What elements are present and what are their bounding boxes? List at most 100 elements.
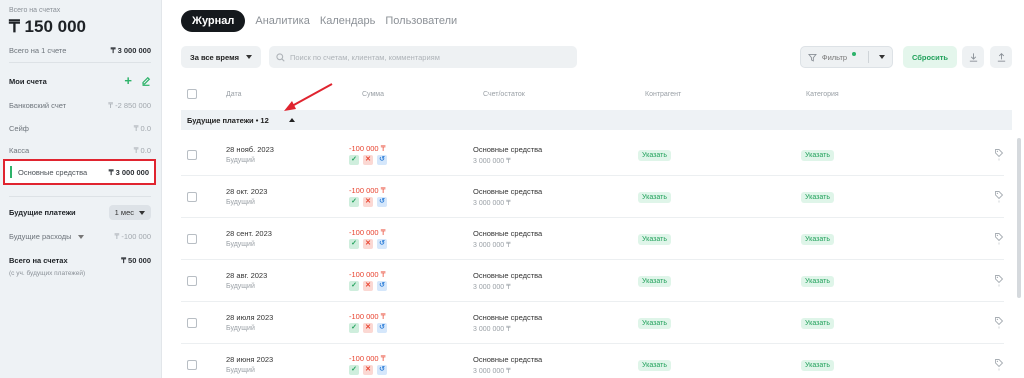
contractor-chip[interactable]: Указать [638,360,671,371]
row-amount: -100 000 ₸ [349,354,386,363]
confirm-icon[interactable]: ✓ [349,155,359,165]
row-date: 28 окт. 2023 [226,187,268,196]
undo-icon[interactable]: ↺ [377,197,387,207]
contractor-chip[interactable]: Указать [638,318,671,329]
row-status: Будущий [226,199,255,206]
chevron-up-icon[interactable] [288,118,295,122]
undo-icon[interactable]: ↺ [377,281,387,291]
account-item[interactable]: Сейф ₸ 0.0 [9,124,151,133]
toolbar: За все время Фильтр Сбросить [181,46,1012,68]
delete-icon[interactable]: ✕ [363,365,373,375]
search-icon [276,52,285,62]
tag-icon[interactable] [994,190,1004,204]
confirm-icon[interactable]: ✓ [349,281,359,291]
row-balance: 3 000 000 ₸ [473,158,511,165]
row-status: Будущий [226,367,255,374]
confirm-icon[interactable]: ✓ [349,239,359,249]
delete-icon[interactable]: ✕ [363,281,373,291]
row-amount: -100 000 ₸ [349,186,386,195]
column-header-contractor: Контрагент [645,91,682,98]
table-row[interactable]: 28 сент. 2023 Будущий -100 000 ₸ ✓ ✕ ↺ Основны… [181,218,1004,260]
select-all-checkbox[interactable] [187,89,197,99]
row-status: Будущий [226,241,255,248]
row-checkbox[interactable] [187,276,197,286]
undo-icon[interactable]: ↺ [377,239,387,249]
download-button[interactable] [962,46,984,68]
upload-button[interactable] [990,46,1012,68]
tag-icon[interactable] [994,358,1004,372]
one-account-value: ₸ 3 000 000 [110,46,151,55]
row-checkbox[interactable] [187,318,197,328]
table-row[interactable]: 28 июня 2023 Будущий -100 000 ₸ ✓ ✕ ↺ Основные… [181,344,1004,378]
row-status: Будущий [226,325,255,332]
confirm-icon[interactable]: ✓ [349,197,359,207]
contractor-chip[interactable]: Указать [638,150,671,161]
group-header-future-payments[interactable]: Будущие платежи • 12 [181,110,1012,130]
chevron-down-icon [77,234,84,239]
one-account-label: Всего на 1 счете [9,46,67,55]
period-select[interactable]: 1 мес [108,205,151,220]
table-row[interactable]: 28 июля 2023 Будущий -100 000 ₸ ✓ ✕ ↺ Основные… [181,302,1004,344]
undo-icon[interactable]: ↺ [377,323,387,333]
chevron-down-icon[interactable] [879,55,885,59]
category-chip[interactable]: Указать [801,192,834,203]
column-header-category: Категория [806,91,839,98]
one-account-row: Всего на 1 счете ₸ 3 000 000 [9,46,151,55]
period-dropdown[interactable]: За все время [181,46,261,68]
row-checkbox[interactable] [187,360,197,370]
tag-icon[interactable] [994,148,1004,162]
column-header-date: Дата [226,91,242,98]
contractor-chip[interactable]: Указать [638,276,671,287]
tab-users[interactable]: Пользователи [385,15,457,27]
account-item[interactable]: Касса ₸ 0.0 [9,146,151,155]
account-item-active[interactable]: Основные средства ₸ 3 000 000 [3,159,156,185]
category-chip[interactable]: Указать [801,360,834,371]
confirm-icon[interactable]: ✓ [349,323,359,333]
delete-icon[interactable]: ✕ [363,323,373,333]
scrollbar[interactable] [1017,138,1021,298]
total-note: (с уч. будущих платежей) [9,270,86,277]
tag-icon[interactable] [994,274,1004,288]
row-date: 28 июля 2023 [226,313,274,322]
row-checkbox[interactable] [187,234,197,244]
contractor-chip[interactable]: Указать [638,234,671,245]
row-actions: ✓ ✕ ↺ [349,197,387,207]
tag-icon[interactable] [994,232,1004,246]
table-row[interactable]: 28 авг. 2023 Будущий -100 000 ₸ ✓ ✕ ↺ Основные… [181,260,1004,302]
delete-icon[interactable]: ✕ [363,155,373,165]
category-chip[interactable]: Указать [801,234,834,245]
contractor-chip[interactable]: Указать [638,192,671,203]
future-expenses-row[interactable]: Будущие расходы ₸ -100 000 [9,232,151,241]
future-expenses-value: ₸ -100 000 [114,232,151,241]
reset-button[interactable]: Сбросить [903,46,957,68]
row-amount: -100 000 ₸ [349,228,386,237]
tag-icon[interactable] [994,316,1004,330]
row-actions: ✓ ✕ ↺ [349,281,387,291]
row-account: Основные средства [473,355,543,364]
tab-analytics[interactable]: Аналитика [255,15,309,27]
filter-button[interactable]: Фильтр [800,46,893,68]
confirm-icon[interactable]: ✓ [349,365,359,375]
row-actions: ✓ ✕ ↺ [349,239,387,249]
category-chip[interactable]: Указать [801,150,834,161]
tab-calendar[interactable]: Календарь [320,15,376,27]
table-row[interactable]: 28 окт. 2023 Будущий -100 000 ₸ ✓ ✕ ↺ Основные… [181,176,1004,218]
row-amount: -100 000 ₸ [349,312,386,321]
undo-icon[interactable]: ↺ [377,365,387,375]
table-row[interactable]: 28 нояб. 2023 Будущий -100 000 ₸ ✓ ✕ ↺ Основны… [181,134,1004,176]
total-caption: Всего на счетах [9,7,61,14]
category-chip[interactable]: Указать [801,276,834,287]
row-checkbox[interactable] [187,150,197,160]
delete-icon[interactable]: ✕ [363,197,373,207]
tab-journal[interactable]: Журнал [181,10,246,32]
my-accounts-header: Мои счета + [9,74,151,87]
undo-icon[interactable]: ↺ [377,155,387,165]
row-checkbox[interactable] [187,192,197,202]
delete-icon[interactable]: ✕ [363,239,373,249]
add-account-icon[interactable]: + [124,74,132,87]
category-chip[interactable]: Указать [801,318,834,329]
account-item[interactable]: Банковский счет ₸ -2 850 000 [9,101,151,110]
divider [9,196,151,197]
search-input[interactable] [290,52,570,62]
edit-icon[interactable] [141,76,151,86]
